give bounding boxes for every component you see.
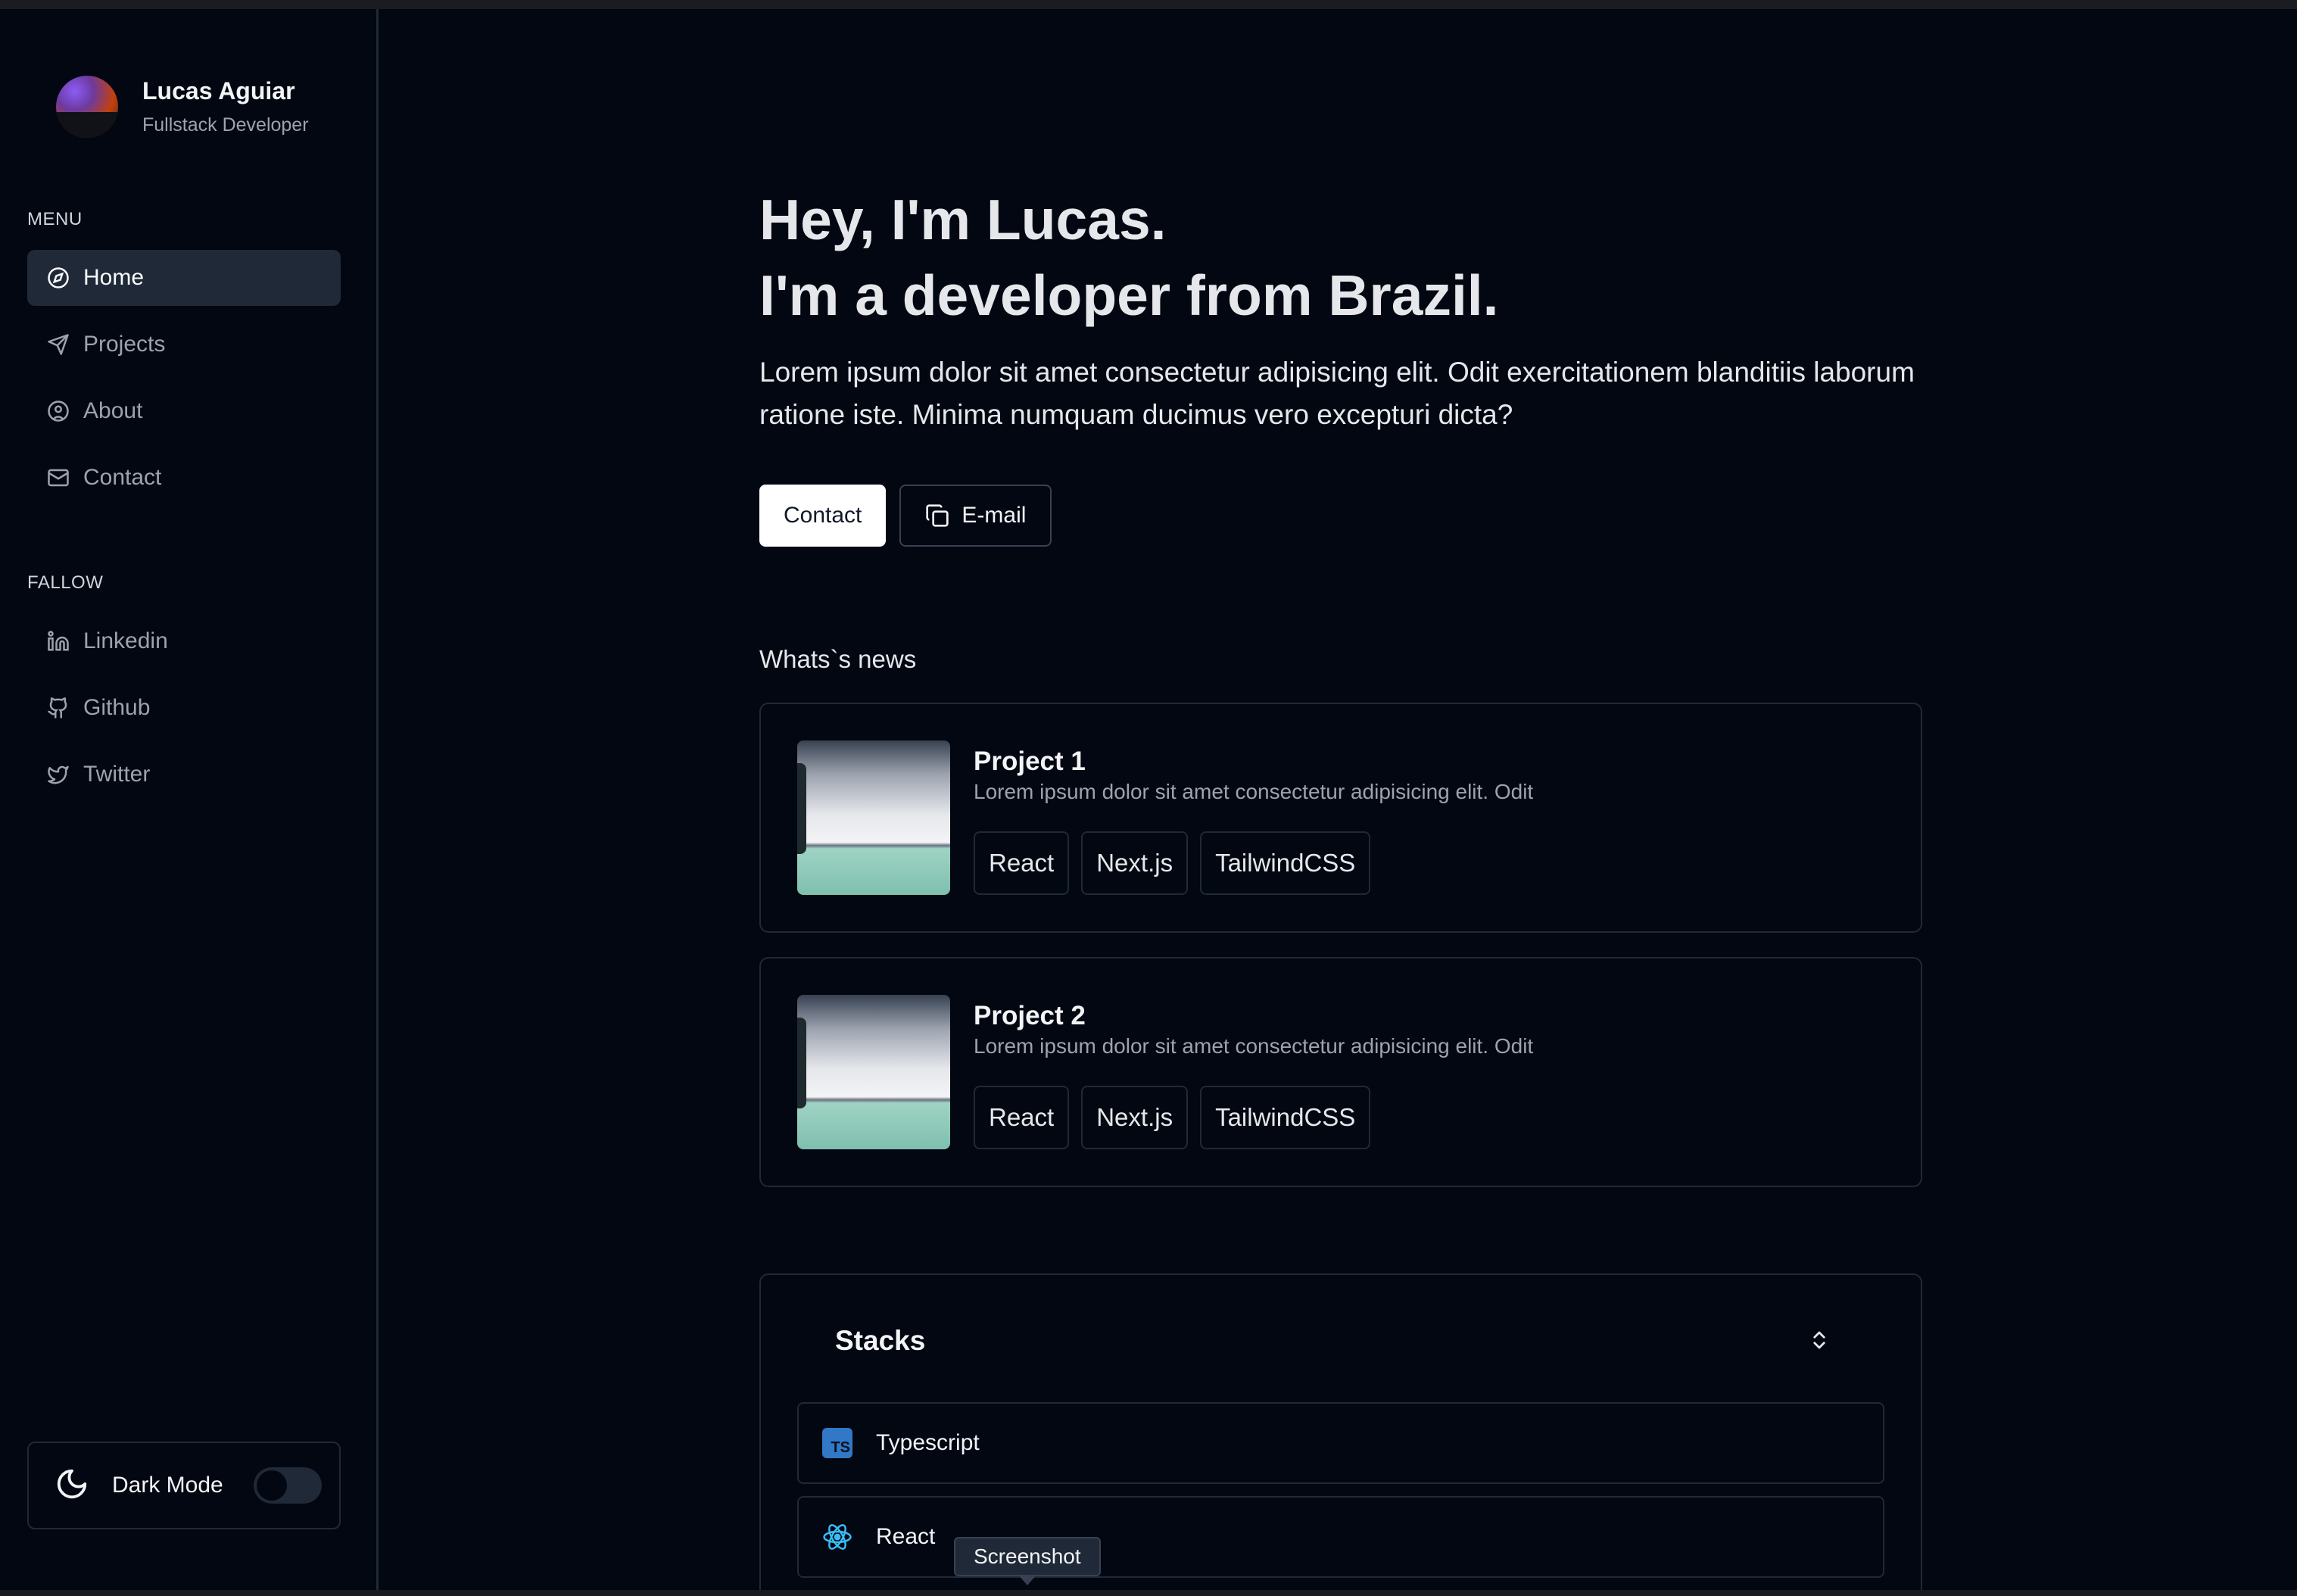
project-description: Lorem ipsum dolor sit amet consectetur a… bbox=[974, 1034, 1534, 1058]
sidebar-item-twitter[interactable]: Twitter bbox=[27, 747, 341, 803]
main-nav: Home Projects About Contact bbox=[27, 250, 341, 516]
project-thumbnail bbox=[797, 995, 950, 1149]
profile-text: Lucas Aguiar Fullstack Developer bbox=[142, 77, 309, 136]
sidebar-item-label: Github bbox=[83, 695, 151, 720]
sidebar-item-label: Home bbox=[83, 265, 145, 290]
stacks-panel: Stacks TS Typescript React bbox=[759, 1273, 1922, 1596]
hero-title: Hey, I'm Lucas. I'm a developer from Bra… bbox=[759, 182, 1925, 333]
follow-section-label: FALLOW bbox=[27, 572, 104, 593]
tag-nextjs: Next.js bbox=[1081, 1086, 1189, 1149]
sidebar-item-label: Contact bbox=[83, 465, 162, 490]
profile-role: Fullstack Developer bbox=[142, 114, 309, 136]
window-bottom-bar bbox=[0, 1590, 2297, 1596]
screenshot-tooltip: Screenshot bbox=[954, 1537, 1101, 1585]
profile-name: Lucas Aguiar bbox=[142, 77, 295, 104]
moon-icon bbox=[55, 1467, 89, 1505]
stack-item-label: Typescript bbox=[876, 1430, 980, 1455]
mail-icon bbox=[45, 465, 71, 491]
typescript-icon: TS bbox=[821, 1427, 853, 1459]
hero-title-line-2: I'm a developer from Brazil. bbox=[759, 263, 1499, 327]
hero-description: Lorem ipsum dolor sit amet consectetur a… bbox=[759, 357, 1915, 430]
tag-react: React bbox=[974, 1086, 1070, 1149]
hero-actions: Contact E-mail bbox=[759, 485, 1052, 547]
sidebar-item-github[interactable]: Github bbox=[27, 680, 341, 736]
user-circle-icon bbox=[45, 398, 71, 424]
sidebar: Lucas Aguiar Fullstack Developer MENU Ho… bbox=[0, 9, 379, 1590]
sidebar-item-label: Linkedin bbox=[83, 628, 168, 653]
follow-nav: Linkedin Github Twitter bbox=[27, 613, 341, 813]
toggle-knob bbox=[256, 1470, 287, 1501]
project-tags: React Next.js TailwindCSS bbox=[974, 831, 1382, 895]
twitter-icon bbox=[45, 762, 71, 787]
tag-react: React bbox=[974, 831, 1070, 895]
sidebar-item-about[interactable]: About bbox=[27, 383, 341, 439]
sidebar-item-linkedin[interactable]: Linkedin bbox=[27, 613, 341, 669]
menu-section-label: MENU bbox=[27, 209, 83, 229]
linkedin-icon bbox=[45, 628, 71, 654]
tag-nextjs: Next.js bbox=[1081, 831, 1189, 895]
avatar bbox=[56, 76, 118, 138]
window-top-bar bbox=[0, 0, 2297, 9]
profile: Lucas Aguiar Fullstack Developer bbox=[56, 76, 309, 138]
contact-button[interactable]: Contact bbox=[759, 485, 887, 547]
hero-title-line-1: Hey, I'm Lucas. bbox=[759, 188, 1167, 251]
project-tags: React Next.js TailwindCSS bbox=[974, 1086, 1382, 1149]
react-icon bbox=[821, 1521, 853, 1553]
sidebar-item-projects[interactable]: Projects bbox=[27, 316, 341, 373]
project-description: Lorem ipsum dolor sit amet consectetur a… bbox=[974, 780, 1534, 803]
news-section-title: Whats`s news bbox=[759, 645, 917, 673]
sidebar-item-label: About bbox=[83, 398, 143, 423]
sidebar-item-label: Projects bbox=[83, 332, 166, 357]
email-button-label: E-mail bbox=[961, 503, 1027, 528]
chevron-up-down-icon[interactable] bbox=[1804, 1325, 1834, 1355]
stack-item-typescript[interactable]: TS Typescript bbox=[797, 1402, 1884, 1484]
compass-icon bbox=[45, 265, 71, 291]
dark-mode-panel: Dark Mode bbox=[27, 1442, 341, 1529]
tag-tailwindcss: TailwindCSS bbox=[1200, 1086, 1371, 1149]
tag-tailwindcss: TailwindCSS bbox=[1200, 831, 1371, 895]
sidebar-item-home[interactable]: Home bbox=[27, 250, 341, 306]
sidebar-item-contact[interactable]: Contact bbox=[27, 450, 341, 506]
send-icon bbox=[45, 332, 71, 357]
project-card[interactable]: Project 2 Lorem ipsum dolor sit amet con… bbox=[759, 957, 1922, 1187]
dark-mode-toggle[interactable] bbox=[253, 1467, 322, 1504]
email-button[interactable]: E-mail bbox=[899, 485, 1052, 547]
sidebar-item-label: Twitter bbox=[83, 762, 151, 787]
github-icon bbox=[45, 695, 71, 721]
stacks-title: Stacks bbox=[835, 1325, 926, 1356]
dark-mode-label: Dark Mode bbox=[112, 1473, 223, 1498]
copy-icon bbox=[926, 504, 949, 527]
project-thumbnail bbox=[797, 740, 950, 895]
project-title: Project 1 bbox=[974, 747, 1086, 776]
project-title: Project 2 bbox=[974, 1001, 1086, 1030]
stack-item-label: React bbox=[876, 1524, 936, 1549]
project-card[interactable]: Project 1 Lorem ipsum dolor sit amet con… bbox=[759, 703, 1922, 933]
